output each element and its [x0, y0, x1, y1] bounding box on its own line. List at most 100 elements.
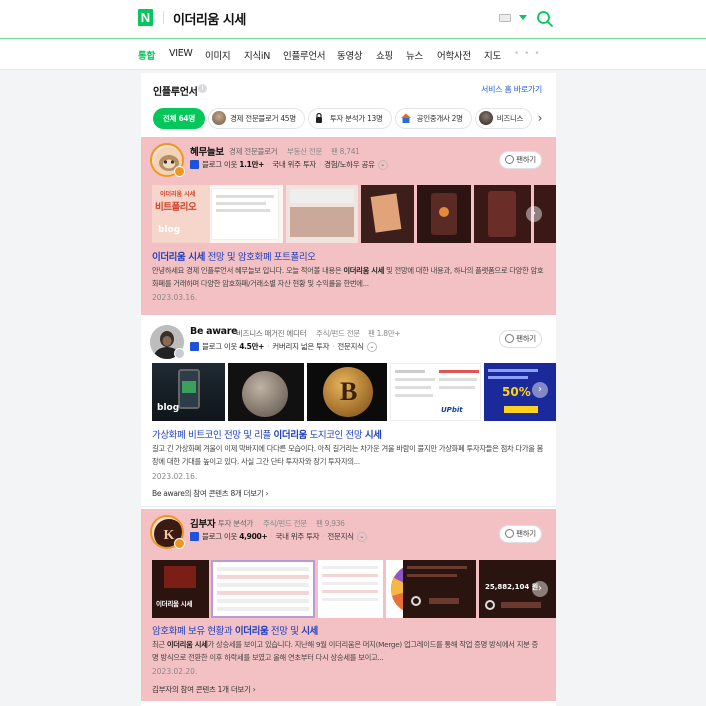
blog-info: 블로그 이웃 1.1만+ · 국내 위주 투자 · 경험/노하우 공유 ⌄: [190, 159, 388, 170]
influencer-category: 경제 전문블로거: [229, 147, 278, 156]
influencer-name[interactable]: Be aware: [190, 326, 238, 337]
chevron-right-icon[interactable]: ›: [530, 109, 550, 129]
post-date: 2023.03.16.: [152, 293, 198, 302]
fan-button-label: 팬하기: [516, 529, 536, 538]
keyword-tag: 경험/노하우 공유: [324, 160, 375, 169]
tab-all[interactable]: 통합: [138, 48, 155, 62]
chevron-down-icon[interactable]: ⌄: [356, 532, 367, 542]
thumbnail-image[interactable]: 이더리움 시세: [152, 560, 209, 618]
tab-view[interactable]: VIEW: [169, 48, 193, 59]
keyword-tag: 국내 위주 투자: [275, 532, 320, 541]
post-title[interactable]: 암호화폐 보유 현황과 이더리움 전망 및 시세: [152, 623, 318, 637]
fan-count: 팬 1.8만+: [368, 329, 401, 338]
influencer-badge-icon: [174, 166, 185, 177]
influencer-category: 비즈니스 매거진 에디터: [236, 329, 307, 338]
thumbnail-image[interactable]: [474, 185, 531, 243]
blog-neighbor-count: 1.1만+: [239, 160, 265, 169]
chip-label: 경제 전문블로거 45명: [229, 114, 296, 123]
blog-info: 블로그 이웃 4,900+ · 국내 위주 투자 · 전문지식 ⌄: [190, 531, 367, 542]
thumbnail-caption: 이더리움 시세: [160, 191, 196, 198]
chip-investment[interactable]: 투자 분석가 13명: [307, 108, 392, 129]
service-home-link[interactable]: 서비스 홈 바로가기: [481, 84, 542, 95]
tab-shopping[interactable]: 쇼핑: [376, 48, 393, 62]
keyword-tag: 전문지식: [327, 532, 354, 541]
fan-count: 팬 9,936: [316, 519, 345, 528]
chip-business[interactable]: 비즈니스: [474, 108, 533, 129]
post-title[interactable]: 이더리움 시세 전망 및 암호화폐 포트폴리오: [152, 249, 316, 263]
blog-label: 블로그 이웃: [202, 160, 238, 169]
post-date: 2023.02.20.: [152, 667, 198, 676]
blog-icon: [190, 159, 199, 169]
chevron-right-icon[interactable]: ›: [526, 206, 542, 222]
search-input[interactable]: 이더리움 시세: [173, 9, 246, 28]
chip-all[interactable]: 전체 64명: [153, 108, 205, 129]
thumbnail-caption: 비트폴리오: [155, 202, 197, 213]
chevron-down-icon[interactable]: [519, 15, 527, 20]
thumbnail-image[interactable]: UPbit: [390, 363, 481, 421]
thumbnail-caption: UPbit: [441, 406, 463, 414]
chevron-right-icon[interactable]: ›: [532, 382, 548, 398]
thumbnail-image[interactable]: [403, 560, 476, 618]
header: N 이더리움 시세: [0, 0, 706, 38]
svg-text:K: K: [164, 528, 175, 543]
fan-button[interactable]: 팬하기: [499, 330, 542, 348]
tab-images[interactable]: 이미지: [205, 48, 231, 62]
blog-icon: [190, 341, 199, 351]
thumbnail-image[interactable]: blog: [152, 363, 225, 421]
blog-label: 블로그 이웃: [202, 342, 238, 351]
thumbnail-image[interactable]: 이더리움 시세 비트폴리오 blog: [152, 185, 283, 243]
blog-info: 블로그 이웃 4.5만+ · 커버리지 넓은 투자 · 전문지식 ⌄: [190, 341, 377, 352]
influencer-name[interactable]: 혜무늘보: [190, 144, 224, 158]
fan-count: 팬 8,741: [331, 147, 360, 156]
chip-label: 비즈니스: [496, 114, 524, 123]
dot-separator: ·: [267, 160, 270, 169]
search-icon[interactable]: [536, 10, 554, 28]
more-contents-link[interactable]: Be aware의 참여 콘텐츠 8개 더보기 ›: [152, 488, 269, 499]
naver-logo[interactable]: N: [138, 9, 153, 26]
influencer-name[interactable]: 김부자: [190, 516, 216, 530]
divider: [163, 11, 164, 24]
dot-separator: ·: [270, 532, 273, 541]
chip-avatar: [478, 111, 493, 125]
keyword-tag: 전문지식: [337, 342, 364, 351]
chip-economy[interactable]: 경제 전문블로거 45명: [207, 108, 305, 129]
chevron-down-icon[interactable]: ⌄: [377, 160, 388, 170]
search-tabs: 통합 VIEW 이미지 지식iN 인플루언서 동영상 쇼핑 뉴스 어학사전 지도…: [0, 39, 706, 70]
tab-video[interactable]: 동영상: [337, 48, 363, 62]
dot-separator: ·: [322, 532, 325, 541]
more-contents-link[interactable]: 김부자의 참여 콘텐츠 1개 더보기 ›: [152, 684, 256, 695]
keyboard-icon[interactable]: [499, 14, 511, 22]
influencer-section: 인플루언서 i 서비스 홈 바로가기 전체 64명 경제 전문블로거 45명 투자 …: [141, 73, 556, 706]
post-description: 안녕하세요 경제 인플루언서 혜무늘보 입니다. 오늘 적어볼 내용은 이더리움…: [152, 266, 544, 288]
chip-realtor[interactable]: 공인중개사 2명: [394, 108, 472, 129]
thumbnail-image[interactable]: [211, 560, 315, 618]
smile-icon: [505, 154, 515, 164]
info-icon[interactable]: i: [198, 84, 207, 93]
post-title[interactable]: 가상화폐 비트코인 전망 및 리플 이더리움 도지코인 전망 시세: [152, 427, 382, 441]
thumbnail-image[interactable]: [417, 185, 471, 243]
influencer-specialty: 부동산 전문: [287, 147, 323, 156]
tab-kin[interactable]: 지식iN: [244, 48, 270, 62]
thumbnail-image[interactable]: [286, 185, 358, 243]
tab-influencer[interactable]: 인플루언서: [283, 48, 326, 62]
thumbnail-image[interactable]: [318, 560, 383, 618]
thumbnail-image[interactable]: [361, 185, 414, 243]
thumbnail-strip: blog B UPbit 50% ›: [152, 363, 556, 421]
thumbnail-image[interactable]: [228, 363, 304, 421]
influencer-card: 혜무늘보 경제 전문블로거 부동산 전문 팬 8,741 블로그 이웃 1.1만…: [141, 137, 556, 315]
post-description: 길고 긴 가상화폐 겨울이 이제 막바지에 다다른 모습이다. 아직 길거리는 …: [152, 444, 544, 466]
chevron-down-icon[interactable]: ⌄: [366, 342, 377, 352]
tab-dictionary[interactable]: 어학사전: [437, 48, 471, 62]
tab-map[interactable]: 지도: [484, 48, 501, 62]
blog-label: 블로그 이웃: [202, 532, 238, 541]
post-date: 2023.02.16.: [152, 472, 198, 481]
thumbnail-image[interactable]: B: [307, 363, 387, 421]
tab-news[interactable]: 뉴스: [406, 48, 423, 62]
divider: [141, 506, 556, 507]
more-tabs-icon[interactable]: • • •: [514, 49, 541, 59]
fan-button[interactable]: 팬하기: [499, 151, 542, 169]
fan-button-label: 팬하기: [516, 334, 536, 343]
blog-icon: [190, 531, 199, 541]
fan-button[interactable]: 팬하기: [499, 525, 542, 543]
chevron-right-icon[interactable]: ›: [532, 581, 548, 597]
